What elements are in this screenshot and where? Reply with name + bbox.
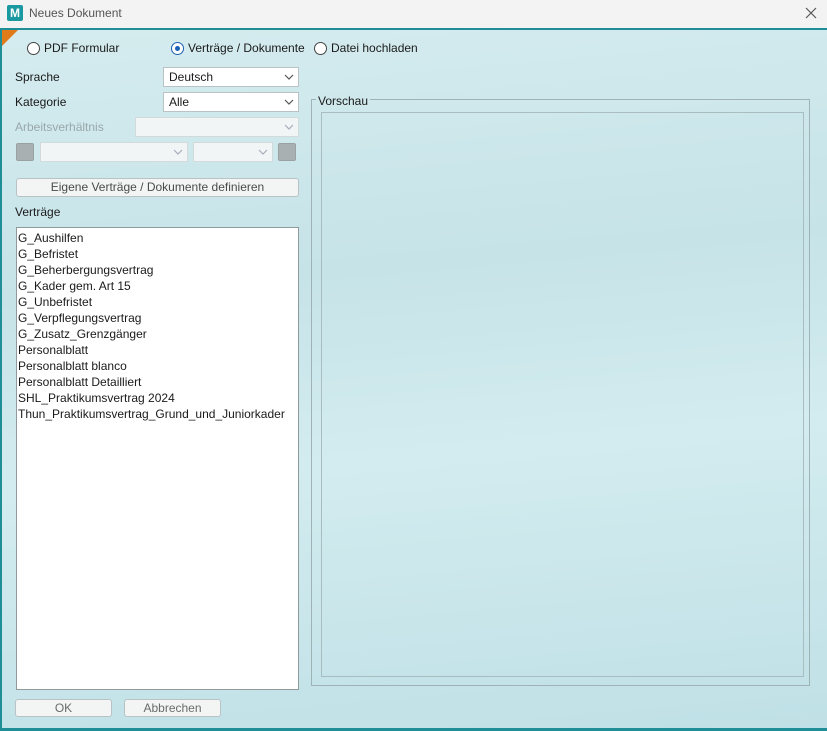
list-item[interactable]: G_Aushilfen [17, 230, 298, 246]
vertraege-label: Verträge [15, 205, 61, 219]
list-item[interactable]: G_Kader gem. Art 15 [17, 278, 298, 294]
radio-label: PDF Formular [44, 41, 120, 55]
chevron-down-icon [284, 74, 294, 80]
radio-circle-icon [314, 41, 327, 55]
list-item[interactable]: SHL_Praktikumsvertrag 2024 [17, 390, 298, 406]
window-title: Neues Dokument [29, 6, 122, 20]
filter-left-button[interactable] [16, 143, 34, 161]
preview-title: Vorschau [316, 94, 371, 108]
filter-dropdown-2[interactable] [193, 142, 273, 162]
radio-circle-icon [27, 41, 40, 55]
corner-flag-icon [2, 30, 18, 46]
radio-vertraege-dokumente[interactable]: Verträge / Dokumente [171, 41, 305, 55]
kategorie-value: Alle [169, 95, 190, 109]
list-item[interactable]: G_Verpflegungsvertrag [17, 310, 298, 326]
filter-dropdown-1[interactable] [40, 142, 188, 162]
kategorie-dropdown[interactable]: Alle [163, 92, 299, 112]
chevron-down-icon [284, 124, 294, 130]
chevron-down-icon [258, 149, 268, 155]
radio-pdf-formular[interactable]: PDF Formular [27, 41, 119, 55]
list-item[interactable]: G_Beherbergungsvertrag [17, 262, 298, 278]
sprache-label: Sprache [15, 70, 60, 84]
radio-label: Verträge / Dokumente [188, 41, 305, 55]
filter-right-button[interactable] [278, 143, 296, 161]
chevron-down-icon [173, 149, 183, 155]
sprache-value: Deutsch [169, 70, 214, 84]
arbeitsverhaeltnis-dropdown[interactable] [135, 117, 299, 137]
list-item[interactable]: Personalblatt [17, 342, 298, 358]
radio-datei-hochladen[interactable]: Datei hochladen [314, 41, 418, 55]
ok-button[interactable]: OK [15, 699, 112, 717]
dialog-body: PDF Formular Verträge / Dokumente Datei … [0, 28, 827, 731]
list-item[interactable]: Personalblatt blanco [17, 358, 298, 374]
radio-label: Datei hochladen [331, 41, 418, 55]
arbeitsverhaeltnis-label: Arbeitsverhältnis [15, 120, 104, 134]
kategorie-label: Kategorie [15, 95, 67, 109]
close-icon[interactable] [801, 3, 821, 23]
define-own-documents-button[interactable]: Eigene Verträge / Dokumente definieren [16, 178, 299, 197]
list-item[interactable]: Thun_Praktikumsvertrag_Grund_und_Juniork… [17, 406, 298, 422]
list-item[interactable]: G_Unbefristet [17, 294, 298, 310]
list-item[interactable]: G_Befristet [17, 246, 298, 262]
list-item[interactable]: Personalblatt Detailliert [17, 374, 298, 390]
chevron-down-icon [284, 99, 294, 105]
radio-circle-selected-icon [171, 41, 184, 55]
cancel-button[interactable]: Abbrechen [124, 699, 221, 717]
list-item[interactable]: G_Zusatz_Grenzgänger [17, 326, 298, 342]
app-logo-icon: M [7, 5, 23, 21]
sprache-dropdown[interactable]: Deutsch [163, 67, 299, 87]
preview-area [321, 112, 804, 677]
title-bar: M Neues Dokument [0, 0, 827, 28]
vertraege-listbox[interactable]: G_Aushilfen G_Befristet G_Beherbergungsver… [16, 227, 299, 690]
